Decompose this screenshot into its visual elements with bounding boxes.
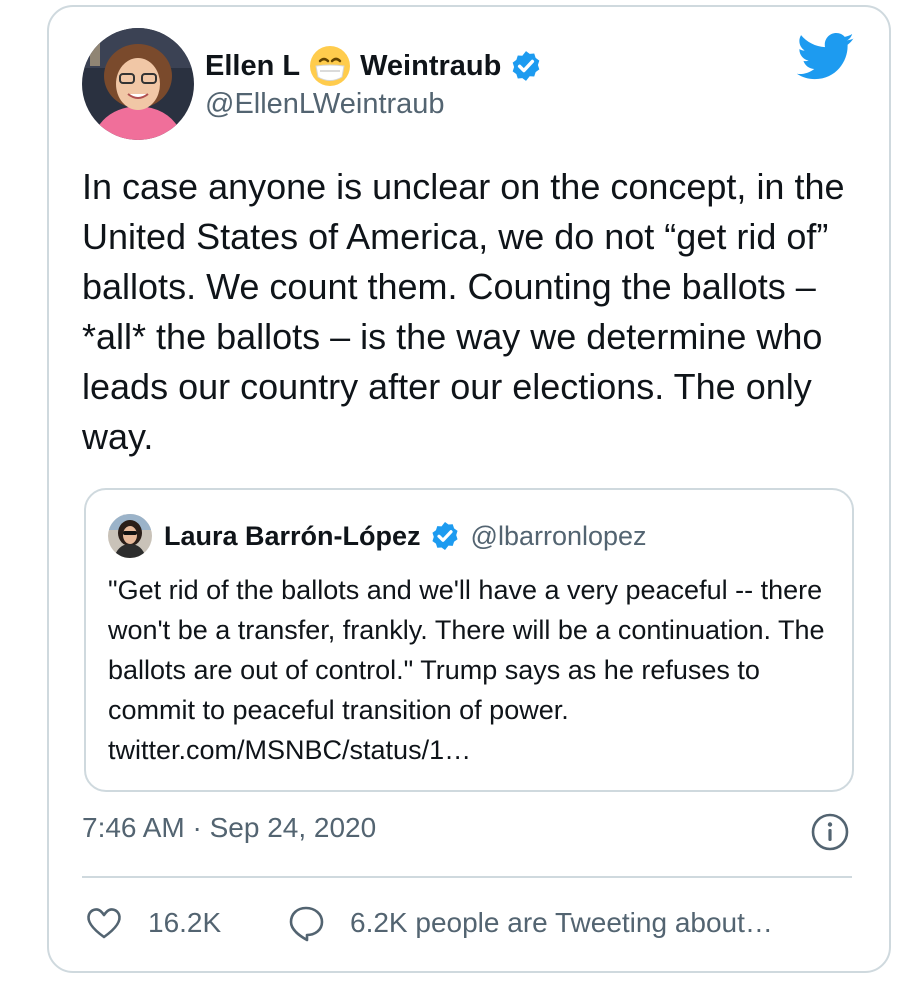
info-icon[interactable] (810, 812, 850, 852)
twitter-logo-icon[interactable] (796, 33, 855, 81)
author-name-last: Weintraub (360, 49, 502, 82)
reply-bubble-icon (289, 906, 324, 942)
quoted-header: Laura Barrón-López @lbarronlopez (164, 516, 647, 556)
author-handle[interactable]: @EllenLWeintraub (205, 88, 445, 121)
face-with-medical-mask-icon (308, 44, 352, 88)
author-avatar[interactable] (82, 28, 194, 140)
tweet-text: In case anyone is unclear on the concept… (82, 166, 845, 457)
verified-badge-icon (509, 49, 543, 83)
tweeting-about-text: 6.2K people are Tweeting about… (350, 907, 773, 938)
quoted-text: "Get rid of the ballots and we'll have a… (108, 575, 825, 765)
tweet-timestamp[interactable]: 7:46 AM · Sep 24, 2020 (82, 812, 376, 844)
heart-icon (87, 908, 121, 939)
verified-badge-icon (429, 520, 461, 552)
like-count: 16.2K (148, 907, 222, 938)
divider (82, 876, 852, 878)
author-name-first: Ellen L (205, 49, 301, 82)
quoted-tweet[interactable]: Laura Barrón-López @lbarronlopez "Get ri… (84, 488, 854, 792)
tweeting-about-link[interactable]: 6.2K people are Tweeting about… (286, 900, 773, 946)
like-button[interactable]: 16.2K (84, 900, 221, 946)
quoted-author-name[interactable]: Laura Barrón-López (164, 521, 421, 552)
quoted-author-handle[interactable]: @lbarronlopez (471, 521, 647, 552)
quoted-author-avatar[interactable] (108, 514, 152, 558)
author-name[interactable]: Ellen L Weintraub (205, 44, 543, 88)
